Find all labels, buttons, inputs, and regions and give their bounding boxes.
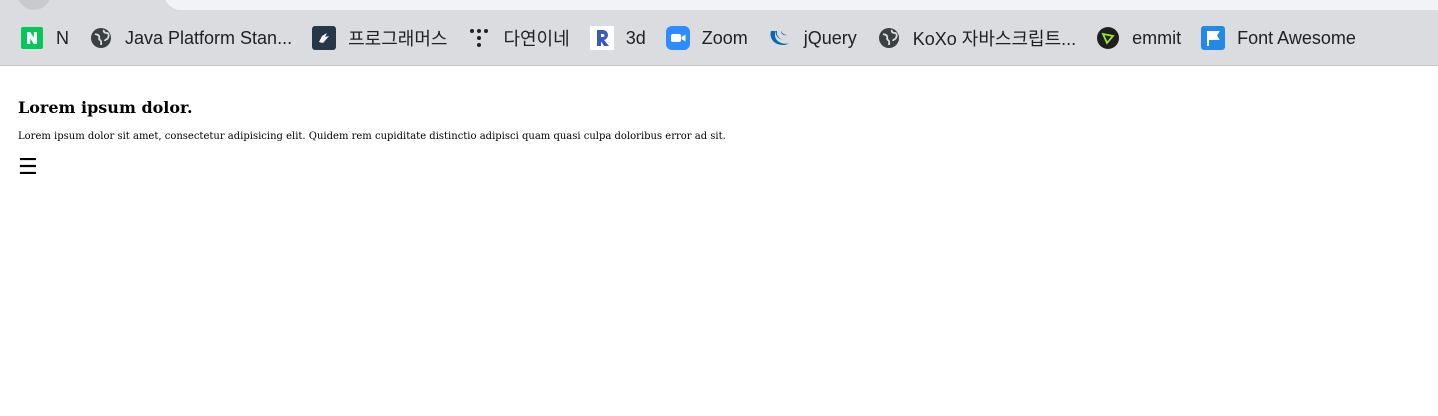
flag-icon [1201,26,1226,50]
emmet-icon [1096,26,1120,50]
r-logo-icon [589,26,614,50]
profile-button[interactable] [16,0,52,10]
bookmark-label: N [56,27,69,48]
bookmark-jquery[interactable]: jQuery [760,22,865,54]
bookmark-programmers[interactable]: 프로그래머스 [304,22,455,54]
bookmark-label: Font Awesome [1237,27,1356,48]
bookmark-zoom[interactable]: Zoom [658,22,756,54]
bookmarks-bar: N Java Platform Stan... 프로그래머스 다연이네 3d Z… [0,18,1438,58]
bookmark-3d[interactable]: 3d [582,22,654,54]
bookmark-label: Java Platform Stan... [125,27,293,48]
page-title: Lorem ipsum dolor. [18,98,193,117]
globe-icon [89,26,113,50]
jquery-icon [768,26,792,50]
dots-icon [467,26,491,50]
bookmark-dayeon[interactable]: 다연이네 [459,22,577,54]
bookmark-label: 다연이네 [503,29,570,49]
bookmark-label: Zoom [701,27,748,48]
bookmark-label: KoXo 자바스크립트... [912,29,1077,49]
page-paragraph: Lorem ipsum dolor sit amet, consectetur … [18,131,726,142]
globe-icon [877,26,901,50]
bookmark-label: jQuery [803,27,857,48]
bookmark-koxo[interactable]: KoXo 자바스크립트... [869,22,1084,54]
hamburger-menu-icon[interactable]: ☰ [18,156,42,180]
bookmark-java-platform[interactable]: Java Platform Stan... [81,22,300,54]
page-content: Lorem ipsum dolor. Lorem ipsum dolor sit… [18,98,1418,180]
bookmark-font-awesome[interactable]: Font Awesome [1193,22,1364,54]
zoom-icon [665,26,690,50]
naver-icon [20,26,44,50]
bookmark-label: 프로그래머스 [348,29,448,49]
address-bar[interactable] [164,0,1438,10]
bookmark-label: 3d [625,27,646,48]
bookmark-label: emmit [1132,27,1182,48]
browser-toolbar: N Java Platform Stan... 프로그래머스 다연이네 3d Z… [0,0,1438,66]
programmers-icon [312,26,337,50]
bookmark-naver[interactable]: N [12,22,77,54]
bookmark-emmit[interactable]: emmit [1088,22,1189,54]
